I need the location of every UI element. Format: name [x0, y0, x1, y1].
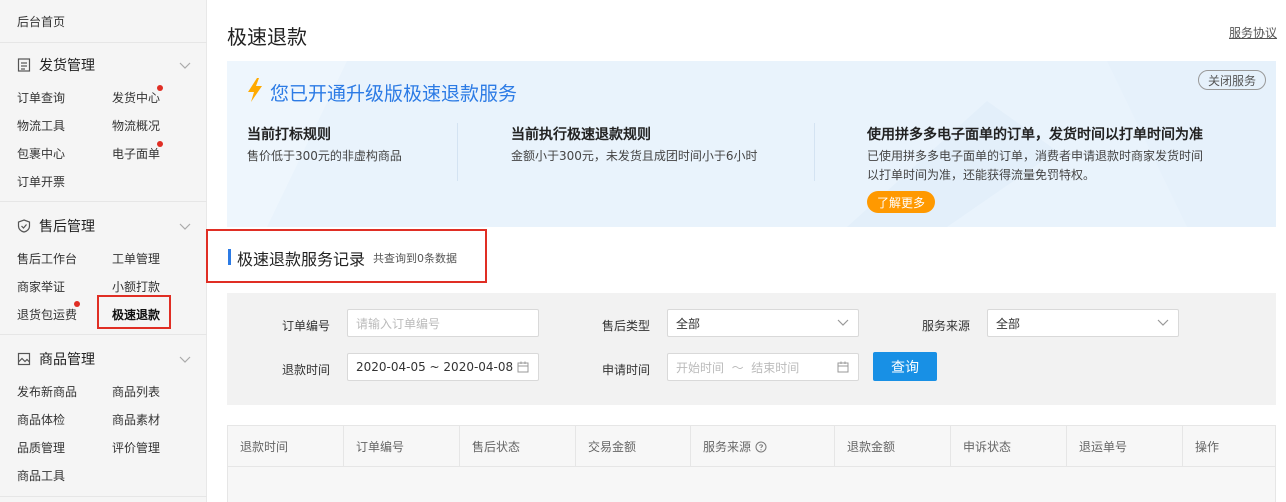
- section-accent-bar: [228, 249, 231, 265]
- filter-panel: 订单编号 请输入订单编号 售后类型 全部 服务来源 全部 退款时间 2020-0…: [227, 293, 1276, 405]
- column-header: 交易金额: [576, 426, 691, 467]
- sidebar-item-product-check[interactable]: 商品体检: [17, 411, 65, 428]
- column-header: 操作: [1195, 440, 1220, 454]
- apply-time-label: 申请时间: [601, 363, 650, 377]
- rule-title: 使用拼多多电子面单的订单，发货时间以打单时间为准: [867, 127, 1203, 143]
- rule-description: 售价低于300元的非虚构商品: [247, 149, 402, 163]
- aftersale-type-label: 售后类型: [601, 319, 650, 333]
- sidebar-item-product-assets[interactable]: 商品素材: [112, 411, 160, 428]
- chevron-down-icon[interactable]: [178, 355, 192, 365]
- records-count: 共查询到0条数据: [373, 252, 457, 265]
- sidebar-item-product-tools[interactable]: 商品工具: [17, 467, 65, 484]
- sidebar-group-label: 售后管理: [39, 219, 95, 235]
- sidebar-item-shipping-center[interactable]: 发货中心: [112, 89, 160, 106]
- page-title: 极速退款: [227, 25, 307, 49]
- document-list-icon: [17, 58, 31, 72]
- notification-dot: [157, 85, 163, 91]
- date-range-value: 2020-04-05 ~ 2020-04-08: [356, 360, 514, 374]
- sidebar-item-home[interactable]: 后台首页: [17, 13, 65, 30]
- chevron-down-icon[interactable]: [178, 61, 192, 71]
- banner-title: 您已开通升级版极速退款服务: [270, 83, 518, 105]
- order-no-label: 订单编号: [281, 319, 330, 333]
- sidebar-item-review-management[interactable]: 评价管理: [112, 439, 160, 456]
- sidebar-group-shipping[interactable]: 发货管理: [17, 55, 95, 75]
- column-header: 订单编号: [344, 426, 460, 467]
- sidebar-divider: [0, 201, 207, 202]
- select-value: 全部: [996, 316, 1021, 331]
- query-button[interactable]: 查询: [873, 352, 937, 381]
- order-no-input[interactable]: 请输入订单编号: [347, 309, 539, 337]
- sidebar-item-package-center[interactable]: 包裹中心: [17, 145, 65, 162]
- learn-more-button[interactable]: 了解更多: [867, 191, 935, 213]
- select-value: 全部: [676, 316, 701, 331]
- sidebar-divider: [0, 334, 207, 335]
- rule-divider: [814, 123, 815, 181]
- notification-dot: [74, 301, 80, 307]
- sidebar-item-order-invoice[interactable]: 订单开票: [17, 173, 65, 190]
- sidebar-item-merchant-evidence[interactable]: 商家举证: [17, 278, 65, 295]
- chevron-down-icon[interactable]: [178, 222, 192, 232]
- service-agreement-link[interactable]: 服务协议: [1229, 24, 1277, 41]
- chevron-down-icon: [837, 319, 849, 326]
- notification-dot: [157, 141, 163, 147]
- sidebar-divider: [0, 496, 207, 497]
- sidebar: 后台首页 发货管理 订单查询 发货中心 物流工具 物流概况 包裹中心 电子面单 …: [0, 0, 207, 502]
- records-table: 退款时间 订单编号 售后状态 交易金额 服务来源 退款金额 申诉状态 退运单号 …: [227, 425, 1276, 502]
- calendar-icon: [837, 361, 849, 373]
- service-source-select[interactable]: 全部: [987, 309, 1179, 337]
- sidebar-item-product-list[interactable]: 商品列表: [112, 383, 160, 400]
- sidebar-item-logistics-tools[interactable]: 物流工具: [17, 117, 65, 134]
- aftersale-type-select[interactable]: 全部: [667, 309, 859, 337]
- column-header: 退运单号: [1067, 426, 1183, 467]
- sidebar-item-small-payment[interactable]: 小额打款: [112, 278, 160, 295]
- date-range-placeholder: 开始时间 ～ 结束时间: [676, 360, 800, 375]
- image-icon: [17, 352, 31, 366]
- rule-description: 已使用拼多多电子面单的订单，消费者申请退款时商家发货时间: [867, 149, 1204, 163]
- close-service-button[interactable]: 关闭服务: [1198, 70, 1266, 90]
- sidebar-item-e-waybill[interactable]: 电子面单: [112, 145, 160, 162]
- refund-time-label: 退款时间: [281, 363, 330, 377]
- sidebar-item-aftersale-workbench[interactable]: 售后工作台: [17, 250, 77, 267]
- calendar-icon: [517, 361, 529, 373]
- sidebar-item-logistics-overview[interactable]: 物流概况: [112, 117, 160, 134]
- help-circle-icon[interactable]: [755, 441, 767, 453]
- column-header-service-source: 服务来源: [691, 426, 835, 467]
- service-banner: 您已开通升级版极速退款服务 关闭服务 当前打标规则 售价低于300元的非虚构商品…: [227, 61, 1276, 227]
- service-source-label: 服务来源: [921, 319, 970, 333]
- sidebar-item-return-shipping[interactable]: 退货包运费: [17, 306, 77, 323]
- sidebar-divider: [0, 42, 207, 43]
- rule-description: 金额小于300元，未发货且成团时间小于6小时: [511, 149, 758, 163]
- column-header: 申诉状态: [951, 426, 1067, 467]
- sidebar-group-label: 商品管理: [39, 352, 95, 368]
- records-title: 极速退款服务记录: [237, 250, 366, 269]
- column-header-label: 服务来源: [703, 440, 752, 454]
- table-header: 退款时间 订单编号 售后状态 交易金额 服务来源 退款金额 申诉状态 退运单号 …: [228, 426, 1275, 467]
- column-header: 退款时间: [228, 426, 344, 467]
- rule-description: 以打单时间为准，还能获得流量免罚特权。: [867, 168, 1096, 182]
- rule-title: 当前执行极速退款规则: [511, 127, 651, 143]
- column-header: 售后状态: [460, 426, 576, 467]
- sidebar-item-order-query[interactable]: 订单查询: [17, 89, 65, 106]
- refund-time-range[interactable]: 2020-04-05 ~ 2020-04-08: [347, 353, 539, 381]
- sidebar-item-fast-refund[interactable]: 极速退款: [112, 306, 160, 323]
- sidebar-item-new-product[interactable]: 发布新商品: [17, 383, 77, 400]
- apply-time-range[interactable]: 开始时间 ～ 结束时间: [667, 353, 859, 381]
- sidebar-item-quality-management[interactable]: 品质管理: [17, 439, 65, 456]
- chevron-down-icon: [1157, 319, 1169, 326]
- sidebar-group-label: 发货管理: [39, 58, 95, 74]
- sidebar-item-ticket-management[interactable]: 工单管理: [112, 250, 160, 267]
- rule-title: 当前打标规则: [247, 127, 331, 143]
- sidebar-group-products[interactable]: 商品管理: [17, 349, 95, 369]
- shield-check-icon: [17, 219, 31, 233]
- rule-divider: [457, 123, 458, 181]
- lightning-icon: [248, 78, 262, 102]
- sidebar-group-aftersale[interactable]: 售后管理: [17, 216, 95, 236]
- column-header: 退款金额: [835, 426, 951, 467]
